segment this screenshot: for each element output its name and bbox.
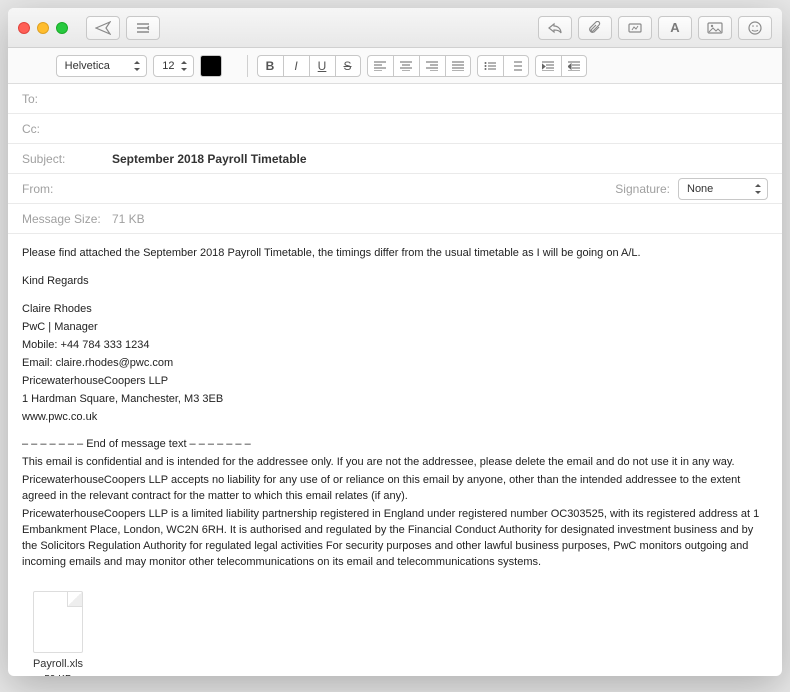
header-fields-button[interactable] <box>126 16 160 40</box>
body-line: Kind Regards <box>22 274 768 290</box>
message-size-row: Message Size: 71 KB <box>8 204 782 234</box>
number-list-button[interactable] <box>503 55 529 77</box>
cc-label: Cc: <box>22 122 112 136</box>
italic-button[interactable]: I <box>283 55 309 77</box>
signature-line: 1 Hardman Square, Manchester, M3 3EB <box>22 392 768 408</box>
compose-window: A Helvetica 12 B I U S <box>8 8 782 676</box>
signature-line: PwC | Manager <box>22 320 768 336</box>
titlebar: A <box>8 8 782 48</box>
indent-group <box>535 55 587 77</box>
signature-select[interactable]: None <box>678 178 768 200</box>
attachment-name: Payroll.xls <box>22 657 94 673</box>
signature-label: Signature: <box>615 182 670 196</box>
body-line: Please find attached the September 2018 … <box>22 246 768 262</box>
message-size-label: Message Size: <box>22 212 112 226</box>
signature-line: Email: claire.rhodes@pwc.com <box>22 356 768 372</box>
signature-line: Claire Rhodes <box>22 302 768 318</box>
close-button[interactable] <box>18 22 30 34</box>
signature-line: Mobile: +44 784 333 1234 <box>22 338 768 354</box>
text-color-picker[interactable] <box>200 55 222 77</box>
text-style-group: B I U S <box>257 55 361 77</box>
window-controls <box>18 22 68 34</box>
attachment-size: 59 KB <box>22 673 94 676</box>
align-group <box>367 55 471 77</box>
photo-browser-button[interactable] <box>698 16 732 40</box>
signature-value: None <box>687 183 713 195</box>
reply-button[interactable] <box>538 16 572 40</box>
divider <box>247 55 248 77</box>
legal-text: PricewaterhouseCoopers LLP is a limited … <box>22 507 768 571</box>
attachment[interactable]: Payroll.xls 59 KB <box>22 591 94 676</box>
to-row: To: <box>8 84 782 114</box>
cc-row: Cc: <box>8 114 782 144</box>
to-label: To: <box>22 92 112 106</box>
to-input[interactable] <box>112 92 768 106</box>
attach-button[interactable] <box>578 16 612 40</box>
zoom-button[interactable] <box>56 22 68 34</box>
list-group <box>477 55 529 77</box>
minimize-button[interactable] <box>37 22 49 34</box>
message-size-value: 71 KB <box>112 212 145 226</box>
cc-input[interactable] <box>112 122 768 136</box>
underline-button[interactable]: U <box>309 55 335 77</box>
subject-label: Subject: <box>22 152 112 166</box>
font-select[interactable]: Helvetica <box>56 55 148 77</box>
align-justify-button[interactable] <box>445 55 471 77</box>
legal-text: PricewaterhouseCoopers LLP accepts no li… <box>22 473 768 505</box>
from-row: From: Signature: None <box>8 174 782 204</box>
subject-value[interactable]: September 2018 Payroll Timetable <box>112 152 768 166</box>
strikethrough-button[interactable]: S <box>335 55 361 77</box>
align-center-button[interactable] <box>393 55 419 77</box>
from-label: From: <box>22 182 112 196</box>
send-button[interactable] <box>86 16 120 40</box>
message-body[interactable]: Please find attached the September 2018 … <box>8 234 782 676</box>
font-name: Helvetica <box>65 60 110 72</box>
bullet-list-button[interactable] <box>477 55 503 77</box>
font-size-select[interactable]: 12 <box>153 55 193 77</box>
markup-button[interactable] <box>618 16 652 40</box>
align-right-button[interactable] <box>419 55 445 77</box>
legal-text: This email is confidential and is intend… <box>22 455 768 471</box>
font-size: 12 <box>162 60 174 72</box>
align-left-button[interactable] <box>367 55 393 77</box>
bold-button[interactable]: B <box>257 55 283 77</box>
message-headers: To: Cc: Subject: September 2018 Payroll … <box>8 84 782 234</box>
subject-row: Subject: September 2018 Payroll Timetabl… <box>8 144 782 174</box>
format-button[interactable]: A <box>658 16 692 40</box>
format-toolbar: Helvetica 12 B I U S <box>8 48 782 84</box>
file-icon <box>33 591 83 653</box>
indent-right-button[interactable] <box>535 55 561 77</box>
message-divider: – – – – – – – End of message text – – – … <box>22 437 768 453</box>
indent-left-button[interactable] <box>561 55 587 77</box>
signature-line: www.pwc.co.uk <box>22 410 768 426</box>
signature-line: PricewaterhouseCoopers LLP <box>22 374 768 390</box>
signature-area: Signature: None <box>615 178 768 200</box>
emoji-button[interactable] <box>738 16 772 40</box>
